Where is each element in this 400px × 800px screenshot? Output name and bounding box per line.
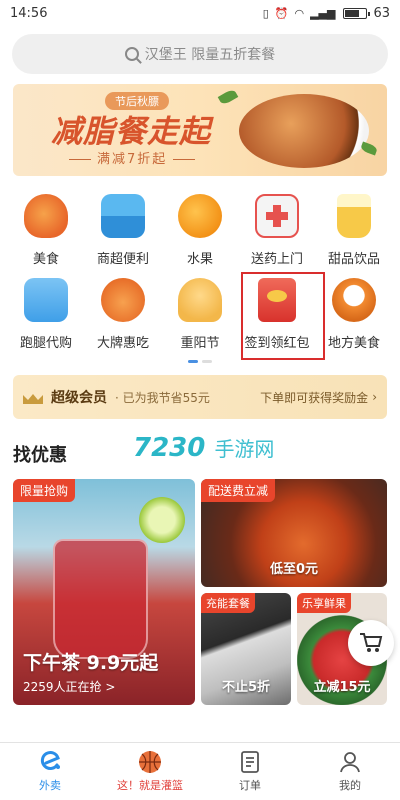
category-row-1: 美食 商超便利 水果 送药上门 甜品饮品 [8, 190, 392, 274]
category-label: 甜品饮品 [327, 252, 380, 267]
deals-grid: 限量抢购 下午茶 9.9元起 2259人正在抢 > 配送费立减 低至0元 充能套… [0, 479, 400, 705]
deal-tag: 充能套餐 [201, 593, 255, 613]
vibrate-icon: ▯ [262, 6, 269, 20]
drink-jar-image [53, 539, 148, 659]
category-food[interactable]: 美食 [8, 190, 84, 274]
category-checkin-red-envelope[interactable]: 签到领红包 [239, 272, 325, 360]
tab-orders[interactable]: 订单 [200, 743, 300, 800]
page-dot-active [188, 360, 198, 363]
deal-combo[interactable]: 充能套餐 不止5折 [201, 593, 291, 705]
category-label: 商超便利 [96, 252, 149, 267]
deal-free-delivery[interactable]: 配送费立减 低至0元 [201, 479, 387, 587]
medicine-box-icon [255, 194, 299, 238]
category-label: 地方美食 [327, 336, 380, 351]
banner-food-image [239, 94, 369, 168]
category-drinks[interactable]: 甜品饮品 [316, 190, 392, 274]
page-indicator [0, 360, 400, 363]
category-brand-deals[interactable]: 大牌惠吃 [85, 274, 161, 358]
tab-takeout[interactable]: 外卖 [0, 743, 100, 800]
eleme-logo-icon [40, 751, 60, 770]
deal-afternoon-tea[interactable]: 限量抢购 下午茶 9.9元起 2259人正在抢 > [13, 479, 195, 705]
section-title-text: 找优惠 [13, 445, 67, 466]
wifi-icon: ◠ [294, 6, 305, 20]
red-envelope-icon [258, 278, 296, 322]
cart-button[interactable] [348, 620, 394, 666]
tab-profile[interactable]: 我的 [300, 743, 400, 800]
status-bar: 14:56 ▯ ⏰ ◠ ▂▄▆ 63 [0, 0, 400, 26]
tab-label: 我的 [339, 779, 361, 792]
drink-icon [337, 194, 371, 238]
bottom-tab-bar: 外卖 这！就是灌篮 订单 我的 [0, 742, 400, 800]
deal-tag: 乐享鲜果 [297, 593, 351, 613]
deal-caption: 低至0元 [269, 562, 319, 577]
tab-label: 外卖 [39, 779, 61, 792]
vip-cta: 下单即可获得奖励金 [260, 390, 369, 405]
delivery-box-icon [24, 278, 68, 322]
deal-caption: 不止5折 [221, 680, 271, 695]
watermark-logo: 7230 手游网 [133, 433, 274, 463]
category-local-food[interactable]: 地方美食 [316, 274, 392, 358]
category-medicine[interactable]: 送药上门 [239, 190, 315, 274]
status-time: 14:56 [10, 5, 48, 21]
category-label: 水果 [186, 252, 213, 267]
category-label: 大牌惠吃 [96, 336, 149, 351]
deal-subtitle: 2259人正在抢 > [23, 680, 116, 694]
category-fruit[interactable]: 水果 [162, 190, 238, 274]
deal-title: 下午茶 9.9元起 [23, 652, 159, 674]
deal-tag: 限量抢购 [13, 479, 76, 502]
battery-level: 63 [373, 5, 390, 21]
tab-label: 订单 [239, 779, 261, 792]
page-dot [202, 360, 212, 363]
crown-icon [23, 390, 43, 404]
deal-caption: 立减15元 [313, 680, 371, 695]
status-icons: ▯ ⏰ ◠ ▂▄▆ 63 [263, 6, 390, 21]
chevron-right-icon: › [372, 390, 377, 404]
super-vip-bar[interactable]: 超级会员 · 已为我节省55元 下单即可获得奖励金 › [13, 375, 387, 419]
pastry-icon [178, 278, 222, 322]
user-icon [340, 752, 360, 773]
alarm-icon: ⏰ [274, 6, 289, 20]
bowl-icon [332, 278, 376, 322]
lime-image [139, 497, 185, 543]
category-row-2: 跑腿代购 大牌惠吃 重阳节 签到领红包 地方美食 [8, 272, 392, 360]
promo-banner[interactable]: 节后秋膘 减脂餐走起 满减7折起 [13, 84, 387, 176]
pumpkin-icon [101, 278, 145, 322]
vip-title: 超级会员 [51, 390, 107, 406]
signal-icon: ▂▄▆ [310, 6, 336, 20]
cart-icon [360, 633, 383, 652]
vip-description: · 已为我节省55元 [115, 390, 210, 405]
search-container: 汉堡王 限量五折套餐 [0, 26, 400, 74]
battery-icon [343, 7, 371, 19]
tab-basketball[interactable]: 这！就是灌篮 [100, 743, 200, 800]
tab-label: 这！就是灌篮 [117, 779, 183, 792]
category-supermarket[interactable]: 商超便利 [85, 190, 161, 274]
deals-right-column: 配送费立减 低至0元 充能套餐 不止5折 乐享鲜果 立减15元 [201, 479, 387, 705]
category-label: 送药上门 [250, 252, 303, 267]
store-icon [101, 194, 145, 238]
leaf-decoration [359, 141, 379, 156]
leaf-decoration [217, 88, 239, 106]
search-bar[interactable]: 汉堡王 限量五折套餐 [12, 34, 388, 74]
category-errand[interactable]: 跑腿代购 [8, 274, 84, 358]
category-label: 跑腿代购 [19, 336, 72, 351]
category-label: 美食 [32, 252, 59, 267]
basketball-icon [139, 751, 161, 773]
search-placeholder: 汉堡王 限量五折套餐 [144, 47, 276, 63]
banner-title: 减脂餐走起 [51, 114, 211, 150]
watermark-text: 手游网 [214, 437, 275, 461]
banner-subtitle: 满减7折起 [63, 148, 201, 167]
category-double-ninth[interactable]: 重阳节 [162, 274, 238, 358]
section-title-deals: 找优惠 7230 手游网 [13, 433, 387, 467]
chicken-leg-icon [24, 194, 68, 238]
deal-tag: 配送费立减 [201, 479, 276, 502]
watermark-number: 7230 [133, 433, 206, 463]
search-icon [124, 47, 139, 61]
orange-icon [178, 194, 222, 238]
category-grid: 美食 商超便利 水果 送药上门 甜品饮品 跑腿代购 大牌惠吃 重阳节 签到领红包… [0, 176, 400, 360]
order-list-icon [241, 751, 259, 773]
category-label: 重阳节 [180, 336, 220, 351]
